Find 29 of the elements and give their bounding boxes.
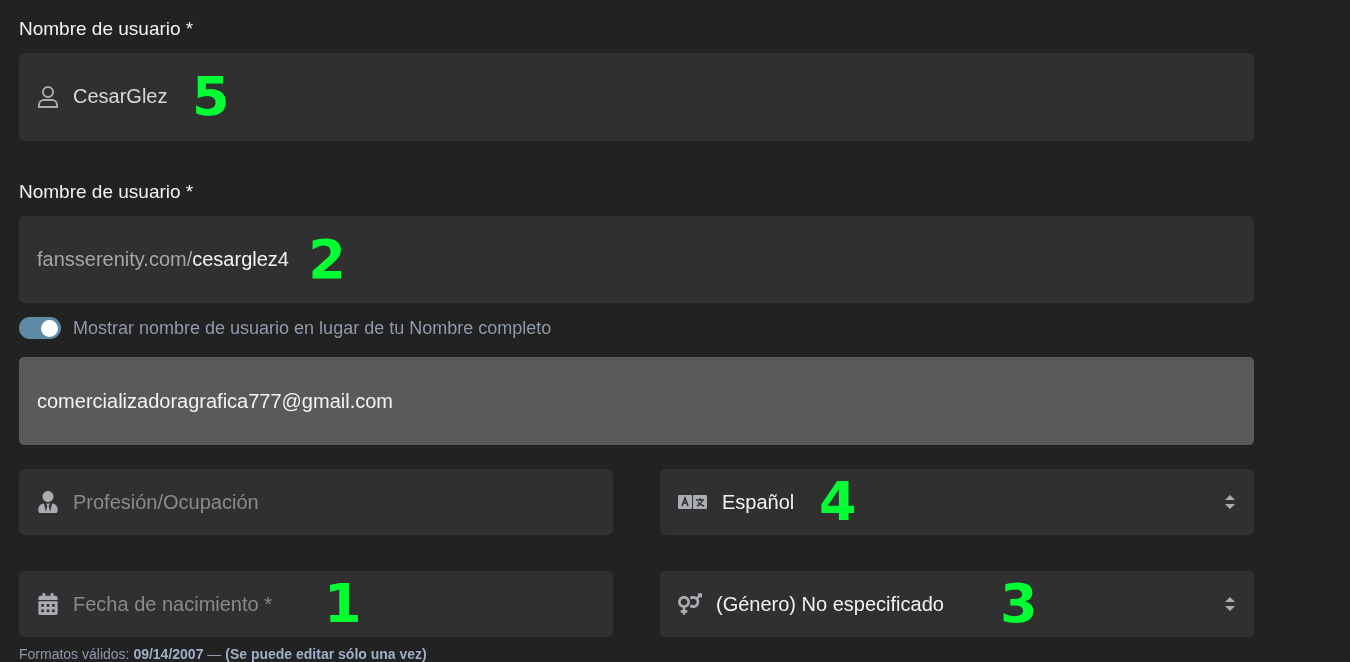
- language-select[interactable]: Español 4: [660, 469, 1254, 535]
- annotation-number: 4: [819, 475, 857, 529]
- select-value[interactable]: (Género) No especificado: [716, 592, 980, 616]
- birthdate-field[interactable]: Fecha de nacimiento * 1: [19, 571, 613, 637]
- field-label: Nombre de usuario *: [19, 180, 195, 203]
- username-field[interactable]: fansserenity.com/cesarglez4 2: [19, 215, 1254, 304]
- select-value[interactable]: Español: [722, 490, 799, 514]
- gender-icon: [678, 592, 702, 616]
- username-input[interactable]: cesarglez4: [192, 248, 303, 271]
- user-icon: [37, 84, 59, 109]
- profession-input[interactable]: Profesión/Ocupación: [73, 490, 595, 514]
- format-hint: Formatos válidos: 09/14/2007 — (Se puede editar sólo una vez): [19, 646, 428, 662]
- annotation-number: 5: [192, 69, 230, 124]
- annotation-number: 3: [1000, 577, 1038, 631]
- field-label: Nombre de usuario *: [19, 18, 195, 40]
- profession-field[interactable]: Profesión/Ocupación: [19, 469, 613, 535]
- sort-arrows-icon: [1224, 494, 1236, 510]
- birthdate-input[interactable]: Fecha de nacimiento *: [73, 592, 304, 616]
- annotation-number: 1: [324, 577, 362, 631]
- sort-arrows-icon: [1224, 596, 1236, 612]
- toggle-switch[interactable]: [19, 317, 61, 340]
- gender-select[interactable]: (Género) No especificado 3: [660, 571, 1254, 637]
- annotation-number: 2: [308, 232, 346, 287]
- display-name-input[interactable]: CesarGlez: [73, 85, 172, 109]
- toggle-label: Mostrar nombre de usuario en lugar de tu Nombre completo: [73, 317, 552, 339]
- user-tie-icon: [37, 491, 59, 513]
- translate-icon: [678, 494, 708, 510]
- display-name-field[interactable]: CesarGlez 5: [19, 53, 1254, 141]
- calendar-icon: [37, 593, 59, 615]
